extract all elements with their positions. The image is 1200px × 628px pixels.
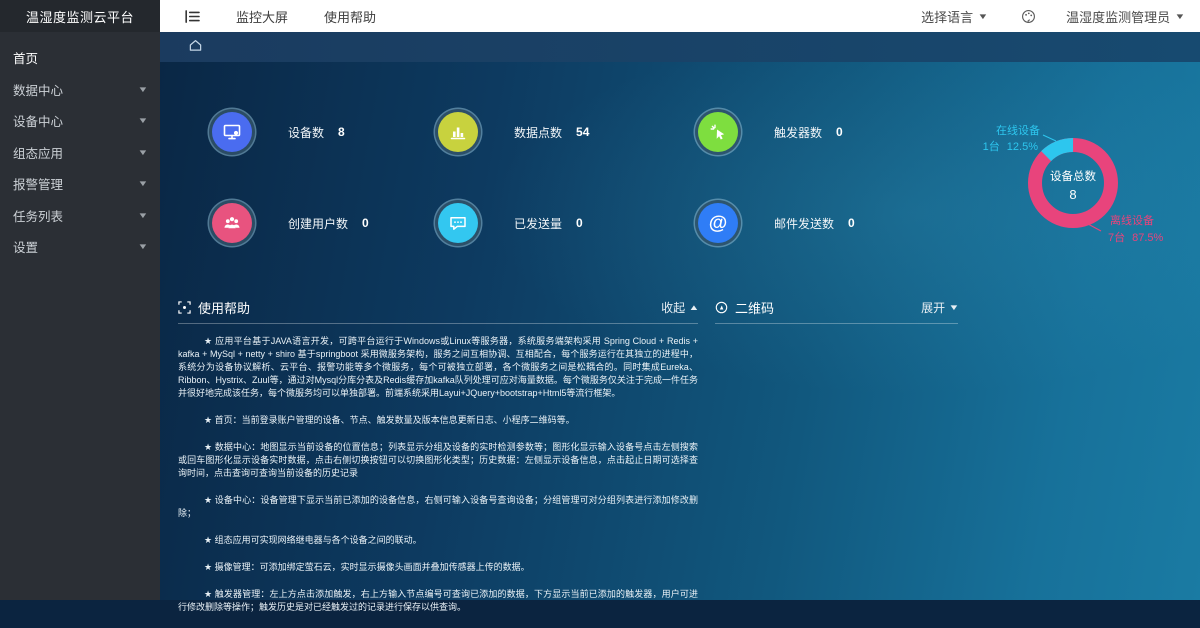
stat-label: 设备数	[288, 124, 324, 141]
help-paragraph: ★ 首页：当前登录账户管理的设备、节点、触发数量及版本信息更新日志、小程序二维码…	[178, 414, 698, 427]
bar-chart-icon	[438, 112, 478, 152]
trigger-click-icon	[698, 112, 738, 152]
language-select[interactable]: 选择语言 ▼	[921, 7, 987, 26]
help-body: ★ 应用平台基于JAVA语言开发，可跨平台运行于Windows或Linux等服务…	[178, 335, 698, 614]
help-paragraph: ★ 触发器管理：左上方点击添加触发，右上方输入节点编号可查询已添加的数据，下方显…	[178, 588, 698, 614]
sidebar-item-device-center[interactable]: 设备中心 ▼	[0, 105, 160, 137]
theme-palette-icon[interactable]	[1021, 9, 1036, 24]
monitor-icon	[212, 112, 252, 152]
chevron-down-icon: ▼	[137, 148, 148, 157]
sidebar-item-label: 设备中心	[13, 111, 63, 130]
qrcode-toggle-label: 展开	[921, 299, 945, 316]
stat-label: 创建用户数	[288, 215, 348, 232]
breadcrumb	[160, 32, 1200, 62]
device-donut-chart: 在线设备 1台12.5% 离线设备 7台87.5% 设备总数 8	[990, 112, 1190, 262]
nav-monitor-screen[interactable]: 监控大屏	[236, 7, 288, 26]
sidebar-item-label: 设置	[13, 237, 38, 256]
sidebar-item-label: 组态应用	[13, 143, 63, 162]
stat-value: 54	[576, 125, 589, 139]
at-icon: @	[698, 203, 738, 243]
online-callout-line	[1043, 135, 1056, 141]
user-name: 温湿度监测管理员	[1066, 7, 1170, 26]
stat-label: 已发送量	[514, 215, 562, 232]
stat-sent-count: 已发送量 0	[438, 203, 583, 243]
language-label: 选择语言	[921, 7, 973, 26]
sidebar: 温湿度监测云平台 首页 数据中心 ▼ 设备中心 ▼ 组态应用 ▼ 报警管理 ▼ …	[0, 0, 160, 600]
qrcode-panel-title: 二维码	[735, 298, 774, 317]
stat-label: 邮件发送数	[774, 215, 834, 232]
nav-usage-help[interactable]: 使用帮助	[324, 7, 376, 26]
sidebar-item-home[interactable]: 首页	[0, 42, 160, 74]
app-title: 温湿度监测云平台	[0, 0, 160, 32]
chevron-down-icon: ▼	[978, 12, 989, 21]
sidebar-item-label: 数据中心	[13, 80, 63, 99]
chevron-down-icon: ▼	[948, 303, 959, 312]
chevron-down-icon: ▼	[137, 179, 148, 188]
stat-datapoint-count: 数据点数 54	[438, 112, 589, 152]
donut-center-value: 8	[1069, 187, 1076, 202]
chevron-down-icon: ▼	[1174, 12, 1185, 21]
menu-fold-icon[interactable]	[185, 10, 200, 23]
chevron-down-icon: ▼	[137, 211, 148, 220]
sidebar-item-task-list[interactable]: 任务列表 ▼	[0, 200, 160, 232]
stat-value: 0	[836, 125, 843, 139]
sidebar-item-label: 任务列表	[13, 206, 63, 225]
users-icon	[212, 203, 252, 243]
user-menu[interactable]: 温湿度监测管理员 ▼	[1066, 7, 1184, 26]
chevron-down-icon: ▼	[137, 85, 148, 94]
chevron-down-icon: ▼	[137, 116, 148, 125]
help-paragraph: ★ 摄像管理：可添加绑定萤石云，实时显示摄像头画面并叠加传感器上传的数据。	[178, 561, 698, 574]
qrcode-panel-header: 二维码 展开 ▼	[715, 298, 958, 324]
sidebar-item-alarm-mgmt[interactable]: 报警管理 ▼	[0, 168, 160, 200]
scan-focus-icon	[178, 301, 191, 314]
stat-value: 8	[338, 125, 345, 139]
sidebar-item-label: 首页	[13, 48, 38, 67]
help-paragraph: ★ 组态应用可实现网络继电器与各个设备之间的联动。	[178, 534, 698, 547]
qrcode-panel-icon	[715, 301, 728, 314]
help-paragraph: ★ 数据中心：地图显示当前设备的位置信息；列表显示分组及设备的实时检测参数等；图…	[178, 441, 698, 480]
home-icon[interactable]	[188, 38, 203, 57]
donut-center-title: 设备总数	[1050, 169, 1096, 183]
qrcode-expand-button[interactable]: 展开 ▼	[921, 299, 958, 316]
sidebar-item-scada-app[interactable]: 组态应用 ▼	[0, 137, 160, 169]
stat-device-count: 设备数 8	[212, 112, 345, 152]
help-paragraph: ★ 应用平台基于JAVA语言开发，可跨平台运行于Windows或Linux等服务…	[178, 335, 698, 400]
stat-mail-count: @ 邮件发送数 0	[698, 203, 855, 243]
stat-trigger-count: 触发器数 0	[698, 112, 843, 152]
sidebar-item-label: 报警管理	[13, 174, 63, 193]
offline-callout-line	[1088, 224, 1101, 231]
stat-user-count: 创建用户数 0	[212, 203, 369, 243]
stat-label: 数据点数	[514, 124, 562, 141]
help-panel: 使用帮助 收起 ▲ ★ 应用平台基于JAVA语言开发，可跨平台运行于Window…	[178, 298, 698, 628]
offline-value: 7台87.5%	[1108, 230, 1164, 244]
main-content: 设备数 8 数据点数 54 触发器数 0	[160, 62, 1200, 600]
online-value: 1台12.5%	[983, 139, 1039, 153]
help-toggle-label: 收起	[661, 299, 685, 316]
offline-label: 离线设备	[1110, 213, 1154, 227]
sidebar-item-settings[interactable]: 设置 ▼	[0, 231, 160, 263]
topbar: 监控大屏 使用帮助 选择语言 ▼ 温湿度监测管理员 ▼	[160, 0, 1200, 32]
online-label: 在线设备	[996, 123, 1040, 137]
message-icon	[438, 203, 478, 243]
stat-value: 0	[848, 216, 855, 230]
topbar-right: 选择语言 ▼ 温湿度监测管理员 ▼	[921, 7, 1200, 26]
qrcode-panel: 二维码 展开 ▼	[715, 298, 958, 324]
help-paragraph: ★ 设备中心：设备管理下显示当前已添加的设备信息，右侧可输入设备号查询设备；分组…	[178, 494, 698, 520]
chevron-up-icon: ▲	[688, 303, 699, 312]
sidebar-item-data-center[interactable]: 数据中心 ▼	[0, 74, 160, 106]
chevron-down-icon: ▼	[137, 242, 148, 251]
stat-label: 触发器数	[774, 124, 822, 141]
stat-value: 0	[362, 216, 369, 230]
help-panel-title: 使用帮助	[198, 298, 250, 317]
help-collapse-button[interactable]: 收起 ▲	[661, 299, 698, 316]
stat-value: 0	[576, 216, 583, 230]
sidebar-menu: 首页 数据中心 ▼ 设备中心 ▼ 组态应用 ▼ 报警管理 ▼ 任务列表 ▼ 设置…	[0, 32, 160, 263]
help-panel-header: 使用帮助 收起 ▲	[178, 298, 698, 324]
